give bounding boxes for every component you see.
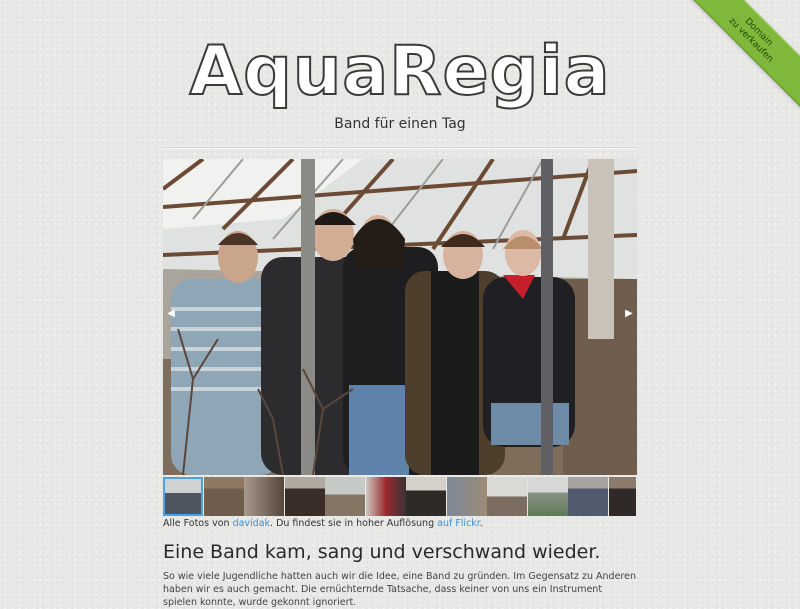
author-link[interactable]: davidak [233, 518, 270, 529]
chevron-left-icon: ◀ [167, 308, 175, 319]
band-photo [163, 159, 637, 475]
flickr-link[interactable]: auf Flickr [437, 518, 480, 529]
slider-next-arrow[interactable]: ▶ [624, 308, 634, 320]
thumbnail[interactable] [406, 477, 447, 516]
photo-credit: Alle Fotos von davidak. Du findest sie i… [163, 518, 483, 529]
thumbnail-strip [163, 477, 637, 516]
chevron-right-icon: ▶ [625, 308, 633, 319]
thumbnail[interactable] [284, 477, 325, 516]
thumbnail[interactable] [163, 477, 203, 516]
thumbnail[interactable] [568, 477, 609, 516]
caption-suffix: . [479, 518, 483, 529]
thumbnail[interactable] [244, 477, 285, 516]
thumbnail[interactable] [527, 477, 568, 516]
slider-prev-arrow[interactable]: ◀ [166, 308, 176, 320]
caption-middle: . Du findest sie in hoher Auflösung [270, 518, 438, 529]
caption-prefix: Alle Fotos von [163, 518, 233, 529]
article-headline: Eine Band kam, sang und verschwand wiede… [163, 541, 601, 563]
thumbnail[interactable] [203, 477, 244, 516]
thumbnail[interactable] [365, 477, 406, 516]
article-paragraph: So wie viele Jugendliche hatten auch wir… [163, 571, 636, 608]
thumbnail[interactable] [446, 477, 487, 516]
thumbnail[interactable] [325, 477, 366, 516]
site-tagline: Band für einen Tag [334, 116, 466, 132]
thumbnail[interactable] [487, 477, 528, 516]
site-logo[interactable]: AquaRegia [0, 30, 800, 114]
header-divider [163, 147, 637, 149]
thumbnail[interactable] [609, 477, 637, 516]
photo-slider[interactable] [163, 159, 637, 475]
